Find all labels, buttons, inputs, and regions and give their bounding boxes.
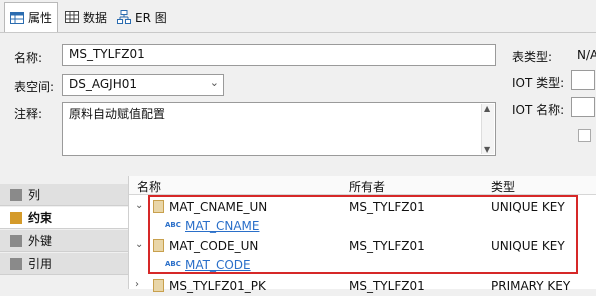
- nav-item-references[interactable]: 引用: [0, 253, 128, 275]
- nav-item-constraints[interactable]: 约束: [0, 207, 128, 229]
- scroll-down-icon[interactable]: ▼: [484, 145, 490, 154]
- constraint-owner: MS_TYLFZ01: [349, 279, 425, 293]
- constraint-owner: MS_TYLFZ01: [349, 239, 425, 253]
- grid-header: 名称 所有者 类型: [129, 176, 596, 195]
- constraint-type: UNIQUE KEY: [491, 239, 565, 253]
- constraint-type: UNIQUE KEY: [491, 200, 565, 214]
- nav-item-label: 约束: [28, 211, 53, 225]
- folder-icon: [10, 188, 22, 201]
- table-icon: [10, 11, 24, 24]
- tab-bar: 属性 数据 ER 图: [0, 0, 596, 33]
- comment-textarea[interactable]: 原料自动赋值配置 ▲ ▼: [62, 102, 496, 156]
- name-field[interactable]: MS_TYLFZ01: [62, 44, 496, 66]
- constraint-type: PRIMARY KEY: [491, 279, 571, 293]
- tab-er-diagram[interactable]: ER 图: [112, 2, 172, 32]
- tab-data[interactable]: 数据: [60, 2, 112, 32]
- nav-item-label: 引用: [28, 257, 53, 271]
- chevron-down-icon[interactable]: ⌄: [135, 200, 143, 211]
- column-header-name[interactable]: 名称: [137, 178, 161, 195]
- chevron-down-icon: ⌄: [209, 76, 219, 89]
- nav-item-columns[interactable]: 列: [0, 184, 128, 206]
- tab-label: ER 图: [135, 10, 167, 25]
- chevron-right-icon[interactable]: ›: [135, 279, 139, 290]
- column-header-owner[interactable]: 所有者: [349, 178, 385, 195]
- comment-value: 原料自动赋值配置: [69, 107, 166, 121]
- iot-name-select[interactable]: [571, 97, 595, 117]
- folder-icon: [10, 234, 22, 247]
- tab-label: 属性: [28, 11, 53, 25]
- table-row[interactable]: › MS_TYLFZ01_PK MS_TYLFZ01 PRIMARY KEY: [129, 276, 596, 296]
- table-row[interactable]: ⌄ MAT_CNAME_UN MS_TYLFZ01 UNIQUE KEY: [129, 197, 596, 217]
- abc-column-icon: ABC: [165, 221, 181, 229]
- abc-column-icon: ABC: [165, 260, 181, 268]
- nav-item-label: 列: [28, 188, 41, 202]
- nav-item-label: 外键: [28, 234, 53, 248]
- tablespace-select[interactable]: DS_AGJH01 ⌄: [62, 74, 224, 96]
- tab-label: 数据: [83, 10, 108, 25]
- constraints-grid: 名称 所有者 类型 ⌄ MAT_CNAME_UN MS_TYLFZ01 UNIQ…: [128, 176, 596, 293]
- iot-type-label: IOT 类型:: [512, 76, 565, 90]
- grid-icon: [65, 11, 79, 23]
- tablespace-label: 表空间:: [14, 80, 55, 94]
- key-icon: [153, 200, 164, 213]
- iot-type-select[interactable]: [571, 70, 595, 90]
- comment-scrollbar[interactable]: ▲ ▼: [481, 104, 494, 154]
- column-link[interactable]: MAT_CODE: [185, 258, 251, 272]
- checkbox[interactable]: [578, 129, 591, 142]
- table-row[interactable]: ABC MAT_CNAME: [129, 216, 596, 236]
- chevron-down-icon[interactable]: ⌄: [135, 239, 143, 250]
- key-icon: [153, 239, 164, 252]
- constraint-name: MS_TYLFZ01_PK: [169, 279, 266, 293]
- constraint-name: MAT_CODE_UN: [169, 239, 259, 253]
- table-type-value: N/A: [577, 48, 596, 62]
- comment-label: 注释:: [14, 107, 43, 121]
- key-icon: [153, 279, 164, 292]
- folder-icon: [10, 211, 22, 224]
- name-label: 名称:: [14, 51, 43, 65]
- table-row[interactable]: ABC MAT_CODE: [129, 255, 596, 275]
- tablespace-value: DS_AGJH01: [69, 77, 137, 91]
- er-diagram-icon: [117, 10, 131, 24]
- folder-icon: [10, 257, 22, 270]
- scroll-up-icon[interactable]: ▲: [484, 104, 490, 113]
- column-header-type[interactable]: 类型: [491, 178, 515, 195]
- table-row[interactable]: ⌄ MAT_CODE_UN MS_TYLFZ01 UNIQUE KEY: [129, 236, 596, 256]
- table-type-label: 表类型:: [512, 50, 553, 64]
- constraint-owner: MS_TYLFZ01: [349, 200, 425, 214]
- tab-properties[interactable]: 属性: [4, 2, 59, 32]
- column-link[interactable]: MAT_CNAME: [185, 219, 259, 233]
- constraint-name: MAT_CNAME_UN: [169, 200, 268, 214]
- nav-item-foreign-keys[interactable]: 外键: [0, 230, 128, 252]
- iot-name-label: IOT 名称:: [512, 103, 565, 117]
